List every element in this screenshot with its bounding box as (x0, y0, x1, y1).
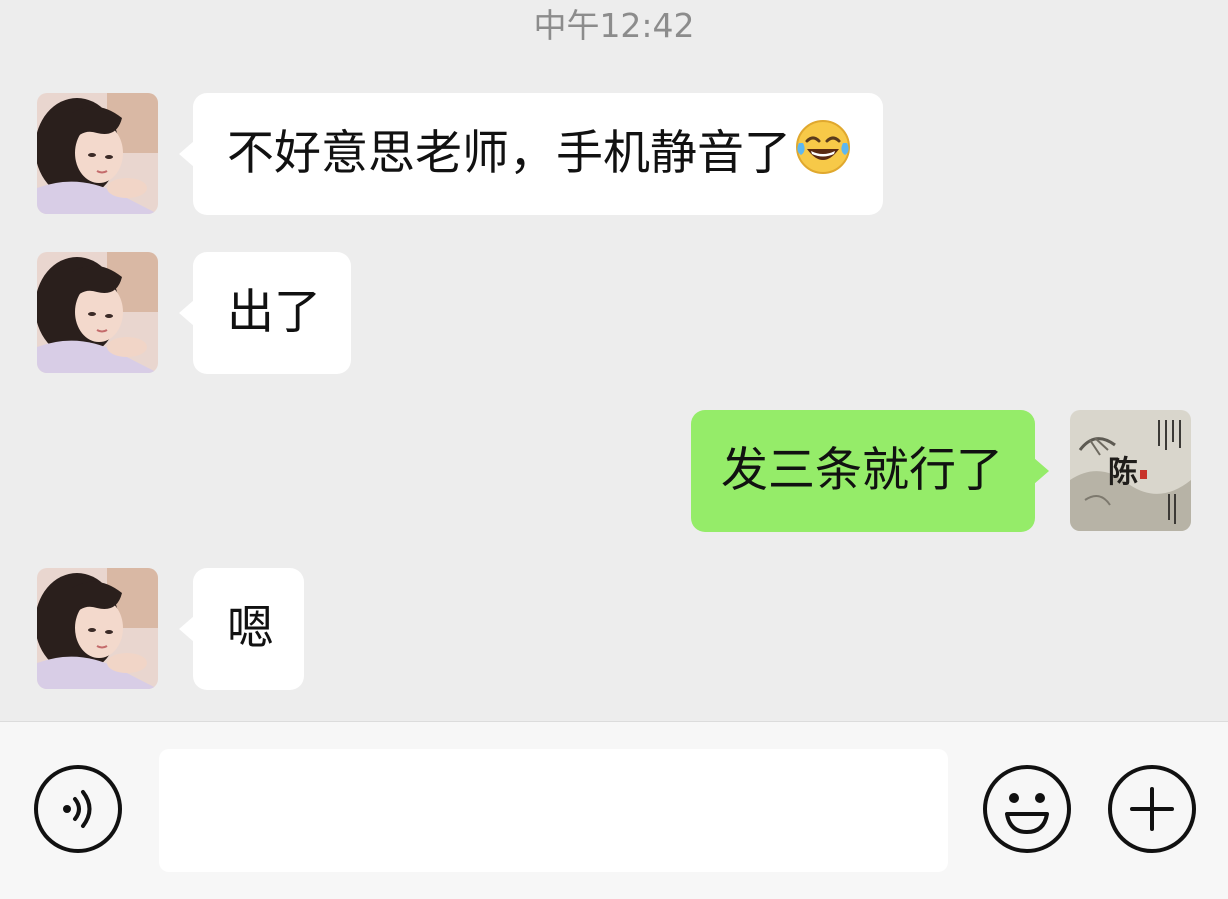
message-timestamp: 中午12:42 (533, 6, 695, 45)
contact-avatar[interactable] (37, 252, 158, 373)
tears-of-joy-emoji-icon (793, 101, 853, 174)
more-options-button[interactable] (1107, 764, 1197, 854)
message-input[interactable] (159, 749, 948, 872)
contact-avatar[interactable] (37, 568, 158, 689)
message-text: 发三条就行了 (721, 443, 1003, 498)
voice-button[interactable] (33, 764, 123, 854)
plus-icon (1108, 765, 1196, 853)
emoji-icon (983, 765, 1071, 853)
message-bubble-incoming[interactable]: 嗯 (179, 568, 304, 690)
message-bubble-incoming[interactable]: 出了 (179, 252, 351, 374)
svg-text:陈: 陈 (1108, 455, 1138, 490)
message-text: 不好意思老师，手机静音了 (227, 126, 791, 181)
emoji-button[interactable] (982, 764, 1072, 854)
message-bubble-incoming[interactable]: 不好意思老师，手机静音了 (179, 93, 883, 215)
message-text: 嗯 (227, 601, 274, 656)
input-bar (0, 721, 1228, 899)
message-text: 出了 (227, 285, 321, 340)
chat-area[interactable]: 中午12:42 不好意思老师，手机静音了 出了 发三条就行了 陈 嗯 (0, 0, 1228, 721)
my-avatar[interactable]: 陈 (1070, 410, 1191, 531)
voice-icon (34, 765, 122, 853)
message-bubble-outgoing[interactable]: 发三条就行了 (691, 410, 1049, 532)
contact-avatar[interactable] (37, 93, 158, 214)
